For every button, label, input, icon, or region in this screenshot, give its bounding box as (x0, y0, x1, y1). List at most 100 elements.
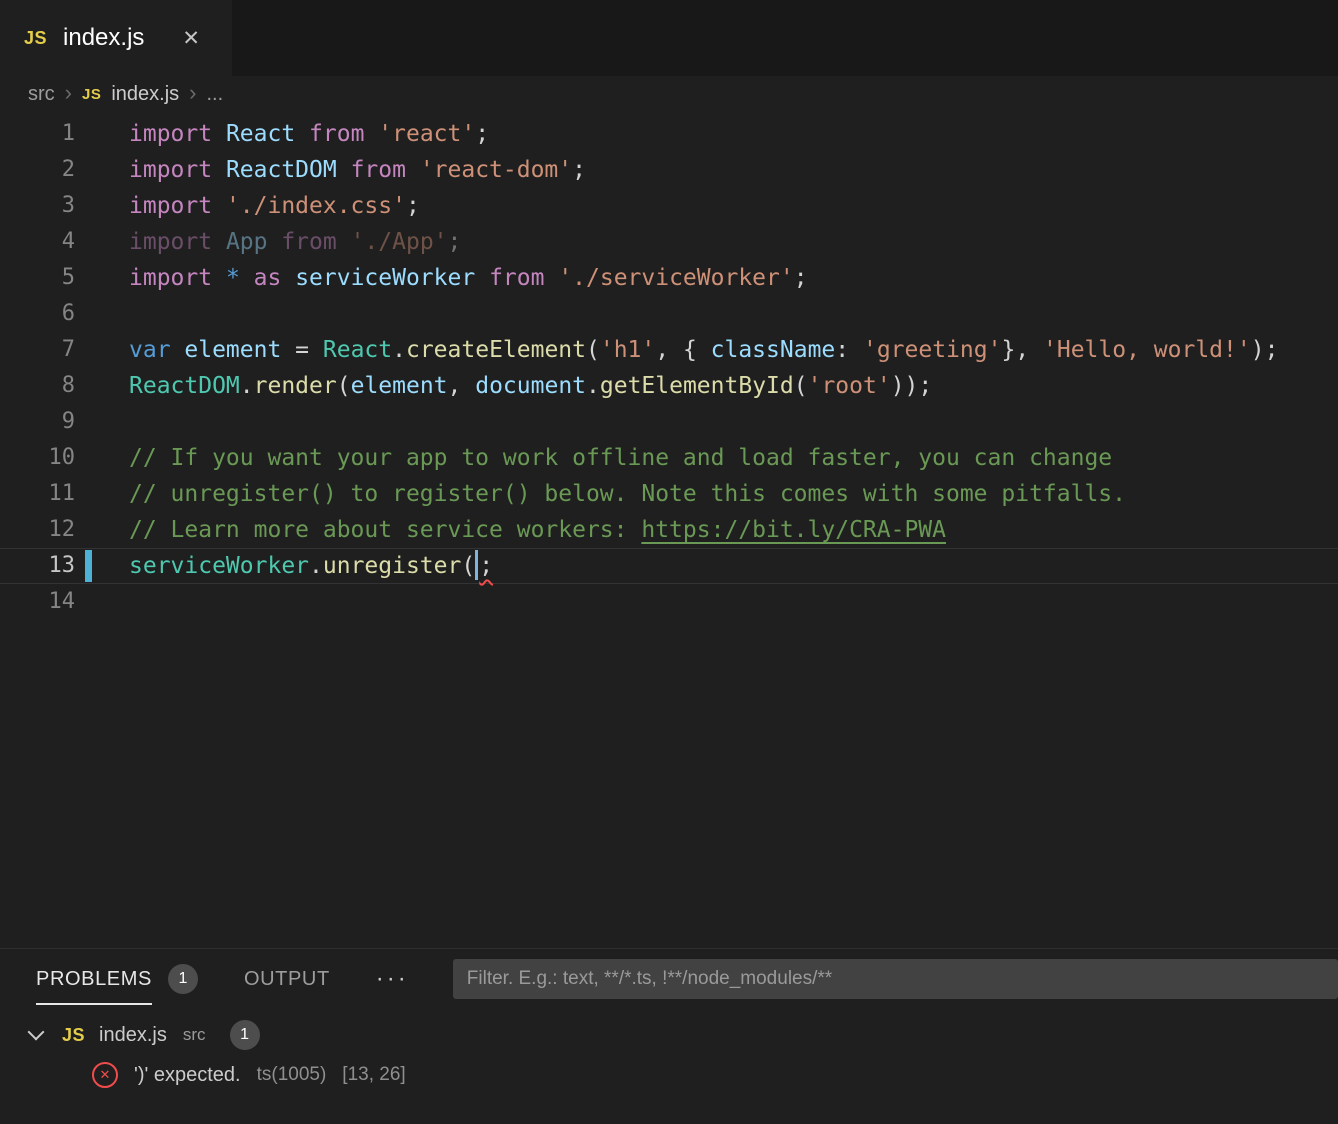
code-line-text[interactable]: import './index.css'; (75, 188, 1338, 224)
code-token: . (240, 373, 254, 399)
code-token: ReactDOM (226, 157, 351, 183)
code-token: import (129, 229, 226, 255)
breadcrumb-symbol[interactable]: ... (207, 83, 224, 106)
code-line[interactable]: 10// If you want your app to work offlin… (0, 440, 1338, 476)
problems-filter-input[interactable] (453, 959, 1338, 999)
code-line-text[interactable]: import App from './App'; (75, 224, 1338, 260)
code-token: ; (479, 553, 493, 579)
line-number[interactable]: 2 (0, 152, 75, 188)
tab-bar: JS index.js ✕ (0, 0, 1338, 76)
code-line[interactable]: 1import React from 'react'; (0, 116, 1338, 152)
code-token: unregister (323, 553, 461, 579)
breadcrumb: src › JS index.js › ... (0, 76, 1338, 112)
code-token: createElement (406, 337, 586, 363)
line-number[interactable]: 14 (0, 584, 75, 620)
chevron-down-icon[interactable] (28, 1024, 45, 1041)
code-token: ; (448, 229, 462, 255)
line-number[interactable]: 3 (0, 188, 75, 224)
error-icon (92, 1062, 118, 1088)
code-line[interactable]: 6 (0, 296, 1338, 332)
code-line[interactable]: 11 // unregister() to register() below. N… (0, 476, 1338, 512)
code-token: ; (572, 157, 586, 183)
code-line-text[interactable]: // Learn more about service workers: htt… (75, 512, 1338, 548)
code-token: ( (794, 373, 808, 399)
line-number[interactable]: 9 (0, 404, 75, 440)
tab-index-js[interactable]: JS index.js ✕ (0, 0, 232, 76)
code-line[interactable]: 12// Learn more about service workers: h… (0, 512, 1338, 548)
line-number[interactable]: 4 (0, 224, 75, 260)
code-line-text[interactable] (75, 296, 1338, 332)
code-token: React (323, 337, 392, 363)
code-line-text[interactable] (75, 404, 1338, 440)
code-token: element (184, 337, 295, 363)
code-token: // Learn more about service workers: (129, 517, 641, 543)
javascript-file-icon: JS (82, 86, 101, 103)
code-token: . (392, 337, 406, 363)
code-token: . (586, 373, 600, 399)
code-line-text[interactable]: serviceWorker.unregister(; (75, 548, 1338, 584)
code-line-text[interactable]: // If you want your app to work offline … (75, 440, 1338, 476)
problem-position: [13, 26] (342, 1064, 405, 1086)
tab-output[interactable]: OUTPUT (244, 968, 330, 991)
line-number[interactable]: 8 (0, 368, 75, 404)
code-token: = (295, 337, 323, 363)
code-editor[interactable]: 1import React from 'react';2import React… (0, 112, 1338, 948)
chevron-right-icon: › (189, 82, 196, 104)
code-token: ( (337, 373, 351, 399)
code-token: ( (461, 553, 475, 579)
line-number[interactable]: 7 (0, 332, 75, 368)
line-number[interactable]: 6 (0, 296, 75, 332)
code-token: )); (891, 373, 933, 399)
code-line[interactable]: 7var element = React.createElement('h1',… (0, 332, 1338, 368)
code-token: import (129, 193, 226, 219)
breadcrumb-file[interactable]: index.js (111, 83, 179, 106)
code-line-text[interactable]: var element = React.createElement('h1', … (75, 332, 1338, 368)
code-token: from (489, 265, 558, 291)
code-line[interactable]: 13serviceWorker.unregister(; (0, 548, 1338, 584)
close-icon[interactable]: ✕ (182, 26, 200, 51)
code-line[interactable]: 5import * as serviceWorker from './servi… (0, 260, 1338, 296)
code-line[interactable]: 2import ReactDOM from 'react-dom'; (0, 152, 1338, 188)
code-token: // unregister() to register() below. Not… (129, 481, 1126, 507)
code-line[interactable]: 14 (0, 584, 1338, 620)
code-line[interactable]: 9 (0, 404, 1338, 440)
problem-row[interactable]: ')' expected. ts(1005) [13, 26] (0, 1055, 1338, 1095)
code-line-text[interactable] (75, 584, 1338, 620)
code-line[interactable]: 4import App from './App'; (0, 224, 1338, 260)
output-tab-label: OUTPUT (244, 968, 330, 991)
problems-tab-label: PROBLEMS (36, 968, 152, 991)
tab-problems[interactable]: PROBLEMS 1 (36, 964, 198, 994)
line-number[interactable]: 11 (0, 476, 75, 512)
chevron-right-icon: › (65, 82, 72, 104)
code-line[interactable]: 8ReactDOM.render(element, document.getEl… (0, 368, 1338, 404)
code-line-text[interactable]: import * as serviceWorker from './servic… (75, 260, 1338, 296)
line-number[interactable]: 10 (0, 440, 75, 476)
code-token: }, (1001, 337, 1043, 363)
line-number[interactable]: 1 (0, 116, 75, 152)
code-token: 'h1' (600, 337, 655, 363)
code-line[interactable]: 3import './index.css'; (0, 188, 1338, 224)
code-token: import (129, 121, 226, 147)
code-token: 'Hello, world!' (1043, 337, 1251, 363)
code-line-text[interactable]: import ReactDOM from 'react-dom'; (75, 152, 1338, 188)
code-token: from (351, 157, 420, 183)
problems-count-badge: 1 (168, 964, 198, 994)
code-line-text[interactable]: import React from 'react'; (75, 116, 1338, 152)
code-token: 'root' (808, 373, 891, 399)
more-actions-icon[interactable]: ··· (376, 965, 409, 993)
problems-file-path: src (183, 1025, 206, 1045)
line-number[interactable]: 5 (0, 260, 75, 296)
code-line-text[interactable]: // unregister() to register() below. Not… (75, 476, 1338, 512)
code-token: . (309, 553, 323, 579)
javascript-file-icon: JS (62, 1025, 85, 1046)
code-token: render (254, 373, 337, 399)
code-token: : (835, 337, 863, 363)
line-number[interactable]: 13 (0, 548, 75, 584)
line-number[interactable]: 12 (0, 512, 75, 548)
code-token: serviceWorker (129, 553, 309, 579)
code-line-text[interactable]: ReactDOM.render(element, document.getEle… (75, 368, 1338, 404)
problems-file-row[interactable]: JS index.js src 1 (0, 1015, 1338, 1055)
breadcrumb-folder[interactable]: src (28, 83, 55, 106)
code-token: 'react-dom' (420, 157, 572, 183)
code-token: https://bit.ly/CRA-PWA (641, 517, 946, 543)
